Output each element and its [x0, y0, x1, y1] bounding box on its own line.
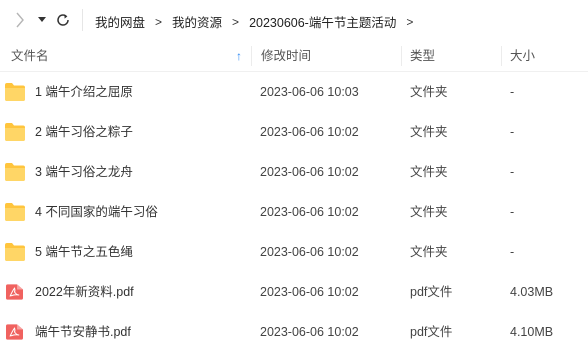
chevron-right-icon: [16, 12, 24, 28]
caret-down-icon: [38, 17, 46, 22]
file-type: pdf文件: [410, 325, 453, 339]
breadcrumb-separator: >: [155, 14, 163, 29]
column-divider[interactable]: [401, 46, 402, 66]
file-name: 5 端午节之五色绳: [35, 245, 133, 259]
history-dropdown-button[interactable]: [36, 12, 48, 28]
file-modified-date: 2023-06-06 10:03: [260, 85, 359, 99]
file-name: 1 端午介绍之屈原: [35, 85, 133, 99]
column-header-name[interactable]: 文件名: [11, 40, 49, 72]
folder-icon: [5, 163, 25, 181]
file-size: 4.03MB: [510, 285, 554, 299]
file-row[interactable]: 2022年新资料.pdf 2023-06-06 10:02 pdf文件 4.03…: [0, 272, 588, 312]
file-size: -: [510, 85, 515, 99]
breadcrumb-separator: >: [406, 14, 414, 29]
file-type: pdf文件: [410, 285, 453, 299]
breadcrumb-item-current-folder[interactable]: 20230606-端午节主题活动: [249, 12, 396, 31]
file-size: -: [510, 205, 515, 219]
file-type: 文件夹: [410, 165, 448, 179]
sort-ascending-icon[interactable]: ↑: [236, 40, 242, 72]
file-type: 文件夹: [410, 125, 448, 139]
file-row[interactable]: 2 端午习俗之粽子 2023-06-06 10:02 文件夹 -: [0, 112, 588, 152]
column-header-size[interactable]: 大小: [510, 40, 535, 72]
refresh-button[interactable]: [54, 10, 72, 30]
folder-icon: [5, 243, 25, 261]
file-name: 2022年新资料.pdf: [35, 285, 134, 299]
file-modified-date: 2023-06-06 10:02: [260, 285, 359, 299]
file-modified-date: 2023-06-06 10:02: [260, 245, 359, 259]
file-type: 文件夹: [410, 205, 448, 219]
folder-icon: [5, 83, 25, 101]
file-name: 端午节安静书.pdf: [35, 325, 131, 339]
folder-icon: [5, 203, 25, 221]
forward-button[interactable]: [10, 10, 30, 30]
column-divider[interactable]: [251, 46, 252, 66]
file-row[interactable]: 5 端午节之五色绳 2023-06-06 10:02 文件夹 -: [0, 232, 588, 272]
refresh-icon: [57, 14, 69, 26]
toolbar-divider: [82, 9, 83, 31]
column-header-type[interactable]: 类型: [410, 40, 435, 72]
folder-icon: [5, 123, 25, 141]
file-row[interactable]: 3 端午习俗之龙舟 2023-06-06 10:02 文件夹 -: [0, 152, 588, 192]
file-size: -: [510, 245, 515, 259]
breadcrumb-item-my-resources[interactable]: 我的资源: [172, 12, 222, 31]
pdf-icon: [6, 284, 23, 300]
file-row[interactable]: 端午节安静书.pdf 2023-06-06 10:02 pdf文件 4.10MB: [0, 312, 588, 350]
breadcrumb: 我的网盘 > 我的资源 > 20230606-端午节主题活动 >: [95, 12, 423, 31]
file-modified-date: 2023-06-06 10:02: [260, 205, 359, 219]
file-row[interactable]: 1 端午介绍之屈原 2023-06-06 10:03 文件夹 -: [0, 72, 588, 112]
file-name: 2 端午习俗之粽子: [35, 125, 133, 139]
file-modified-date: 2023-06-06 10:02: [260, 165, 359, 179]
file-size: -: [510, 165, 515, 179]
file-row[interactable]: 4 不同国家的端午习俗 2023-06-06 10:02 文件夹 -: [0, 192, 588, 232]
file-name: 3 端午习俗之龙舟: [35, 165, 133, 179]
file-size: -: [510, 125, 515, 139]
column-divider[interactable]: [501, 46, 502, 66]
file-list: 1 端午介绍之屈原 2023-06-06 10:03 文件夹 - 2 端午习俗之…: [0, 72, 588, 350]
breadcrumb-separator: >: [232, 14, 240, 29]
pdf-icon: [6, 324, 23, 340]
file-size: 4.10MB: [510, 325, 554, 339]
file-list-header: 文件名 ↑ 修改时间 类型 大小: [0, 40, 588, 72]
toolbar: 我的网盘 > 我的资源 > 20230606-端午节主题活动 >: [0, 0, 588, 40]
file-modified-date: 2023-06-06 10:02: [260, 325, 359, 339]
file-type: 文件夹: [410, 85, 448, 99]
column-header-date[interactable]: 修改时间: [261, 40, 311, 72]
breadcrumb-item-my-drive[interactable]: 我的网盘: [95, 12, 145, 31]
file-modified-date: 2023-06-06 10:02: [260, 125, 359, 139]
file-type: 文件夹: [410, 245, 448, 259]
file-name: 4 不同国家的端午习俗: [35, 205, 158, 219]
